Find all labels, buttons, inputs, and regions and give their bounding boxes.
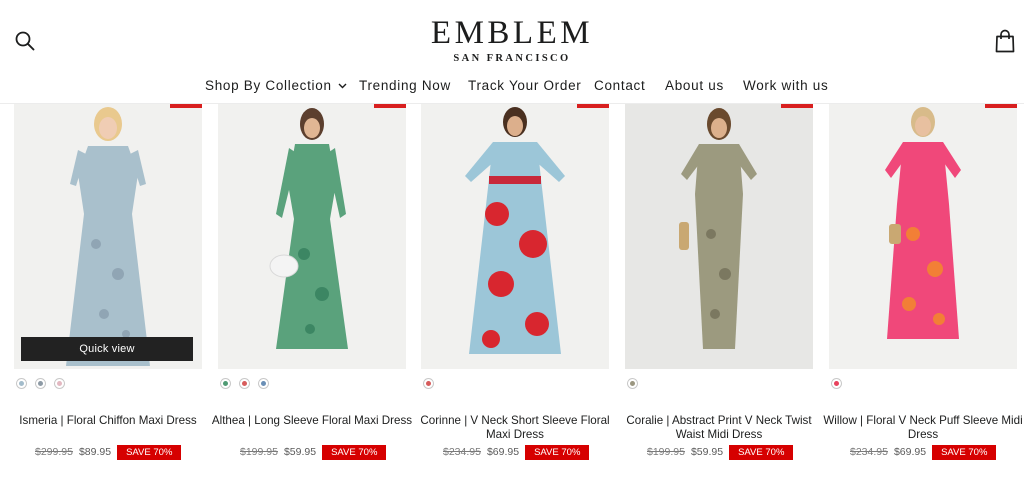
nav-contact[interactable]: Contact — [594, 76, 645, 96]
logo-wordmark: EMBLEM — [430, 15, 594, 51]
nav-about-us[interactable]: About us — [665, 76, 724, 96]
color-swatch[interactable] — [220, 378, 231, 389]
color-swatch[interactable] — [423, 378, 434, 389]
product-title[interactable]: Corinne | V Neck Short Sleeve Floral Max… — [411, 414, 619, 441]
compare-at-price: $234.95 — [443, 446, 481, 458]
sale-corner-marker — [374, 104, 406, 108]
product-title[interactable]: Ismeria | Floral Chiffon Maxi Dress — [4, 414, 212, 428]
sale-corner-marker — [985, 104, 1017, 108]
compare-at-price: $299.95 — [35, 446, 73, 458]
product-image[interactable] — [218, 104, 406, 369]
save-badge: SAVE 70% — [117, 444, 182, 460]
nav-work-with-us[interactable]: Work with us — [743, 76, 828, 96]
sale-price: $59.95 — [283, 446, 317, 458]
compare-at-price: $199.95 — [240, 446, 278, 458]
price-row: $234.95 $69.95 SAVE 70% — [443, 444, 590, 460]
product-title[interactable]: Coralie | Abstract Print V Neck Twist Wa… — [615, 414, 823, 441]
sale-corner-marker — [781, 104, 813, 108]
quick-view-button[interactable]: Quick view — [21, 337, 193, 361]
price-row: $199.95 $59.95 SAVE 70% — [240, 444, 387, 460]
save-badge: SAVE 70% — [525, 444, 590, 460]
search-button[interactable] — [14, 30, 36, 52]
shopping-bag-icon — [995, 29, 1015, 53]
search-icon — [15, 31, 35, 51]
color-swatch[interactable] — [627, 378, 638, 389]
product-photo — [421, 104, 609, 369]
product-image[interactable]: Quick view — [14, 104, 202, 369]
nav-trending-now[interactable]: Trending Now — [359, 76, 451, 96]
color-swatch[interactable] — [239, 378, 250, 389]
color-swatch[interactable] — [258, 378, 269, 389]
sale-price: $89.95 — [78, 446, 112, 458]
main-navigation: Shop By Collection Trending Now Track Yo… — [0, 76, 1024, 98]
site-header: EMBLEM SAN FRANCISCO Shop By Collection … — [0, 0, 1024, 104]
sale-price: $69.95 — [486, 446, 520, 458]
color-swatch[interactable] — [16, 378, 27, 389]
price-row: $234.95 $69.95 SAVE 70% — [850, 444, 997, 460]
logo-subtitle: SAN FRANCISCO — [453, 53, 571, 64]
product-image[interactable] — [829, 104, 1017, 369]
sale-corner-marker — [170, 104, 202, 108]
price-row: $199.95 $59.95 SAVE 70% — [647, 444, 794, 460]
sale-corner-marker — [577, 104, 609, 108]
chevron-down-icon — [338, 83, 347, 89]
compare-at-price: $199.95 — [647, 446, 685, 458]
product-photo — [829, 104, 1017, 369]
cart-button[interactable] — [994, 29, 1016, 53]
product-photo — [14, 104, 202, 369]
nav-shop-by-collection[interactable]: Shop By Collection — [205, 76, 347, 96]
site-logo[interactable]: EMBLEM SAN FRANCISCO — [412, 14, 612, 65]
sale-price: $59.95 — [690, 446, 724, 458]
save-badge: SAVE 70% — [729, 444, 794, 460]
compare-at-price: $234.95 — [850, 446, 888, 458]
product-photo — [625, 104, 813, 369]
color-swatch[interactable] — [54, 378, 65, 389]
product-image[interactable] — [421, 104, 609, 369]
product-title[interactable]: Althea | Long Sleeve Floral Maxi Dress — [208, 414, 416, 428]
color-swatch[interactable] — [831, 378, 842, 389]
price-row: $299.95 $89.95 SAVE 70% — [35, 444, 182, 460]
nav-track-your-order[interactable]: Track Your Order — [468, 76, 582, 96]
save-badge: SAVE 70% — [322, 444, 387, 460]
sale-price: $69.95 — [893, 446, 927, 458]
product-photo — [218, 104, 406, 369]
product-title[interactable]: Willow | Floral V Neck Puff Sleeve Midi … — [819, 414, 1024, 441]
color-swatch[interactable] — [35, 378, 46, 389]
save-badge: SAVE 70% — [932, 444, 997, 460]
nav-label: Shop By Collection — [205, 78, 332, 93]
product-image[interactable] — [625, 104, 813, 369]
